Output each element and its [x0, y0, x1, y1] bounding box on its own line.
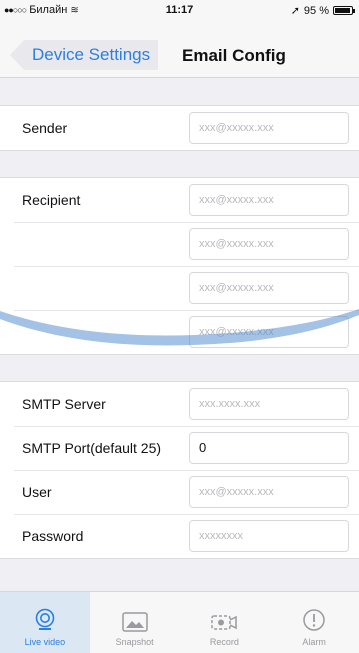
recipient-row: xxx@xxxxx.xxx	[0, 266, 359, 310]
recipient-input-2[interactable]: xxx@xxxxx.xxx	[189, 228, 349, 260]
recipient-input-4[interactable]: xxx@xxxxx.xxx	[189, 316, 349, 348]
sender-section: Sender xxx@xxxxx.xxx	[0, 105, 359, 151]
recipient-row: Recipient xxx@xxxxx.xxx	[0, 178, 359, 222]
tab-snapshot[interactable]: Snapshot	[90, 592, 180, 653]
tab-label: Record	[209, 637, 239, 647]
location-arrow-icon: ➚	[290, 5, 300, 17]
recipient-section: Recipient xxx@xxxxx.xxx xxx@xxxxx.xxx xx…	[0, 177, 359, 355]
alert-icon	[303, 609, 325, 631]
smtp-server-row: SMTP Server xxx.xxxx.xxx	[0, 382, 359, 426]
smtp-section: SMTP Server xxx.xxxx.xxx SMTP Port(defau…	[0, 381, 359, 559]
tab-label: Snapshot	[115, 637, 154, 647]
tab-record[interactable]: Record	[180, 592, 270, 653]
smtp-server-input[interactable]: xxx.xxxx.xxx	[189, 388, 349, 420]
battery-icon	[333, 6, 355, 15]
recipient-input-3[interactable]: xxx@xxxxx.xxx	[189, 272, 349, 304]
status-bar: ●●○○○ Билайн ≋ 11:17 ➚ 95 %	[0, 0, 359, 20]
recipient-input-1[interactable]: xxx@xxxxx.xxx	[189, 184, 349, 216]
smtp-port-input[interactable]: 0	[189, 432, 349, 464]
page-title: Email Config	[182, 46, 286, 65]
tab-alarm[interactable]: Alarm	[269, 592, 359, 653]
back-button[interactable]: Device Settings	[10, 40, 159, 70]
navigation-bar: Device Settings Email Config	[0, 20, 359, 78]
status-right: ➚ 95 %	[290, 4, 355, 17]
recipient-row: xxx@xxxxx.xxx	[0, 310, 359, 354]
password-input[interactable]: xxxxxxxx	[189, 520, 349, 552]
webcam-icon	[35, 608, 55, 630]
tab-live-video[interactable]: Live video	[0, 592, 90, 653]
tab-label: Alarm	[302, 637, 326, 647]
video-camera-icon	[211, 615, 238, 630]
tab-bar: Live video Snapshot Record Alarm	[0, 591, 359, 653]
battery-percent: 95 %	[303, 4, 329, 17]
user-input[interactable]: xxx@xxxxx.xxx	[189, 476, 349, 508]
password-row: Password xxxxxxxx	[0, 514, 359, 558]
image-icon	[121, 612, 148, 632]
email-config-form: Sender xxx@xxxxx.xxx Recipient xxx@xxxxx…	[0, 79, 359, 586]
recipient-row: xxx@xxxxx.xxx	[0, 222, 359, 266]
smtp-port-row: SMTP Port(default 25) 0	[0, 426, 359, 470]
user-row: User xxx@xxxxx.xxx	[0, 470, 359, 514]
sender-input[interactable]: xxx@xxxxx.xxx	[189, 112, 349, 144]
sender-row: Sender xxx@xxxxx.xxx	[0, 106, 359, 150]
tab-label: Live video	[24, 637, 66, 647]
back-button-label: Device Settings	[32, 45, 151, 64]
